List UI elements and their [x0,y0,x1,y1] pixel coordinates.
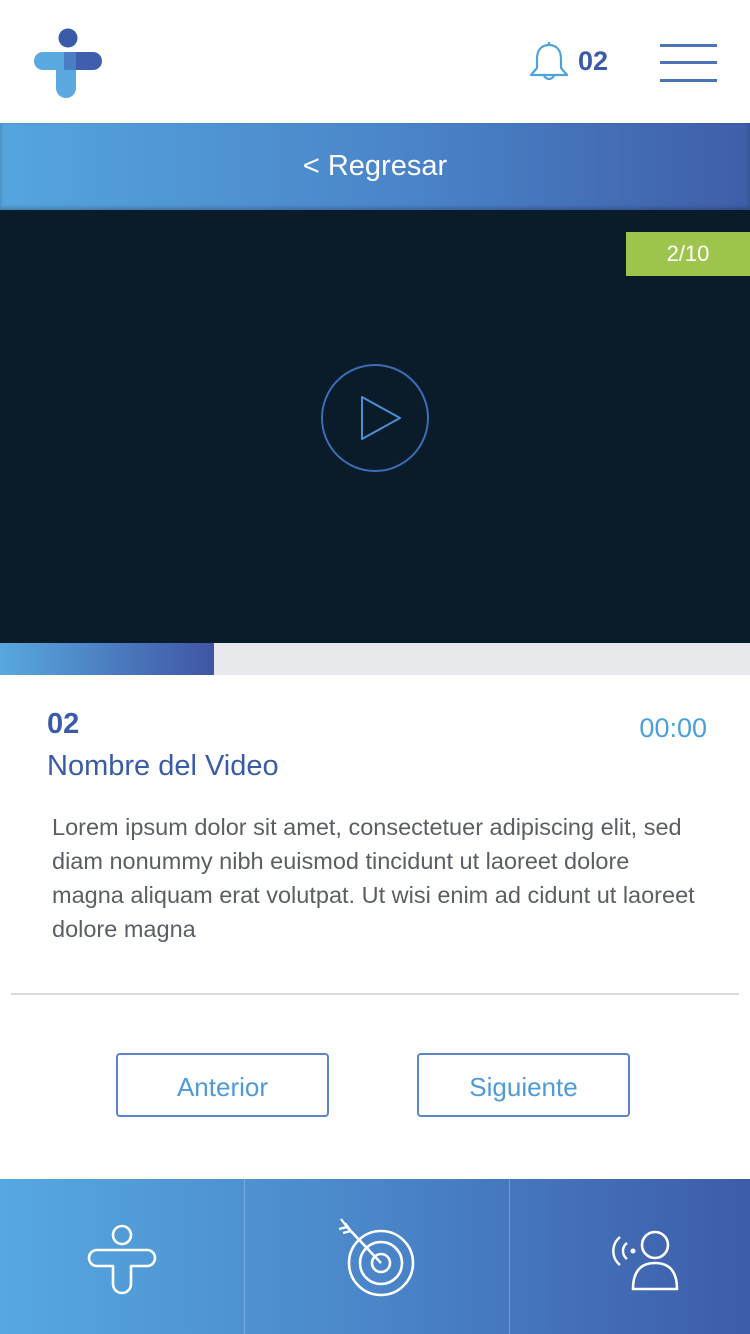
person-logo-icon [87,1224,157,1295]
back-bar: < Regresar [0,123,750,210]
previous-button[interactable]: Anterior [116,1053,329,1117]
video-title: Nombre del Video [47,750,279,782]
tab-profile[interactable] [509,1179,750,1334]
bell-icon[interactable] [528,42,570,82]
tab-goals[interactable] [244,1179,510,1334]
app-logo[interactable] [34,28,104,100]
target-icon [338,1218,415,1297]
hamburger-menu-icon[interactable] [660,44,717,82]
video-description: Lorem ipsum dolor sit amet, consectetuer… [52,814,695,942]
tab-home[interactable] [0,1179,243,1334]
video-counter-badge: 2/10 [626,232,750,276]
app-header: 02 [0,0,750,123]
bottom-tab-bar [0,1179,750,1334]
video-player[interactable]: 2/10 [0,210,750,643]
back-button[interactable]: < Regresar [0,123,750,210]
video-progress-bar[interactable] [0,643,750,675]
profile-signal-icon [612,1230,679,1291]
divider [11,993,739,995]
notification-count: 02 [578,46,609,76]
next-button[interactable]: Siguiente [417,1053,630,1117]
play-icon[interactable] [320,363,430,473]
video-number: 02 [47,708,80,740]
video-duration: 00:00 [639,713,707,743]
video-progress-fill [0,643,214,675]
